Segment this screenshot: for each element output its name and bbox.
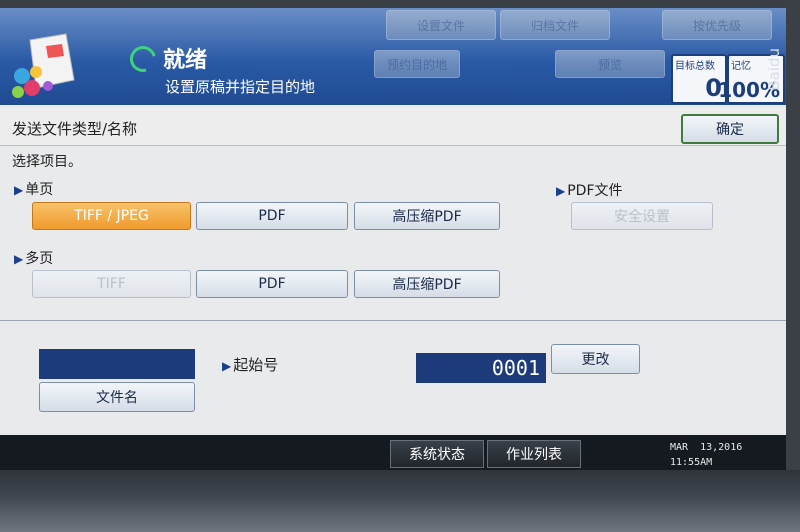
single-page-label: 单页	[25, 182, 54, 198]
counter-total-label: 目标总数	[675, 61, 715, 72]
triangle-right-icon: ▶	[14, 183, 24, 197]
pdf-file-label: PDF文件	[567, 183, 623, 199]
security-settings-button[interactable]: 安全设置	[571, 202, 713, 230]
touch-screen: 设置文件 归档文件 按优先级 就绪 设置原稿并指定目的地 预约目的地 预览 目标…	[0, 8, 786, 470]
single-high-compression-pdf-button[interactable]: 高压缩PDF	[354, 202, 500, 230]
side-watermark: Baidu	[765, 48, 783, 91]
preview-button[interactable]: 预览	[555, 50, 665, 78]
single-page-heading: ▶ 单页	[14, 179, 53, 199]
device-bezel-right	[786, 0, 800, 532]
single-tiff-jpeg-button[interactable]: TIFF / JPEG	[32, 202, 191, 230]
single-pdf-button[interactable]: PDF	[196, 202, 348, 230]
time-text: 11:55AM	[670, 457, 713, 468]
triangle-right-icon: ▶	[14, 252, 24, 266]
tab-stored-file[interactable]: 归档文件	[500, 10, 610, 40]
start-number-heading: ▶ 起始号	[222, 354, 278, 375]
change-button[interactable]: 更改	[551, 344, 640, 374]
file-name-display	[39, 349, 195, 379]
tab-set-file[interactable]: 设置文件	[386, 10, 496, 40]
date-text: MAR 13,2016	[670, 442, 743, 453]
status-header: 设置文件 归档文件 按优先级 就绪 设置原稿并指定目的地 预约目的地 预览 目标…	[0, 8, 786, 105]
system-status-button[interactable]: 系统状态	[390, 440, 484, 468]
datetime-display: MAR 13,2016 11:55AM	[670, 440, 742, 470]
section-divider	[0, 320, 786, 321]
ok-button[interactable]: 确定	[681, 114, 779, 144]
multi-pdf-button[interactable]: PDF	[196, 270, 348, 298]
section-title: 发送文件类型/名称	[12, 120, 138, 138]
tab-priority[interactable]: 按优先级	[662, 10, 772, 40]
pdf-file-heading: ▶ PDF文件	[556, 180, 623, 200]
ready-status-icon	[125, 41, 161, 77]
multi-tiff-button[interactable]: TIFF	[32, 270, 191, 298]
multi-high-compression-pdf-button[interactable]: 高压缩PDF	[354, 270, 500, 298]
select-prompt: 选择项目。	[12, 154, 82, 170]
file-name-button[interactable]: 文件名	[39, 382, 195, 412]
triangle-right-icon: ▶	[556, 184, 566, 198]
start-number-value: 0001	[416, 353, 546, 383]
job-list-button[interactable]: 作业列表	[487, 440, 581, 468]
device-bezel-bottom	[0, 470, 800, 532]
multi-page-heading: ▶ 多页	[14, 248, 53, 268]
status-title: 就绪	[163, 48, 208, 73]
start-number-label: 起始号	[233, 356, 279, 374]
scanner-logo-icon	[12, 33, 75, 98]
reserve-destination-button[interactable]: 预约目的地	[374, 50, 460, 78]
status-subtitle: 设置原稿并指定目的地	[165, 78, 316, 96]
multi-page-label: 多页	[25, 251, 54, 267]
triangle-right-icon: ▶	[222, 359, 232, 373]
counter-memory-label: 记忆	[731, 61, 751, 72]
